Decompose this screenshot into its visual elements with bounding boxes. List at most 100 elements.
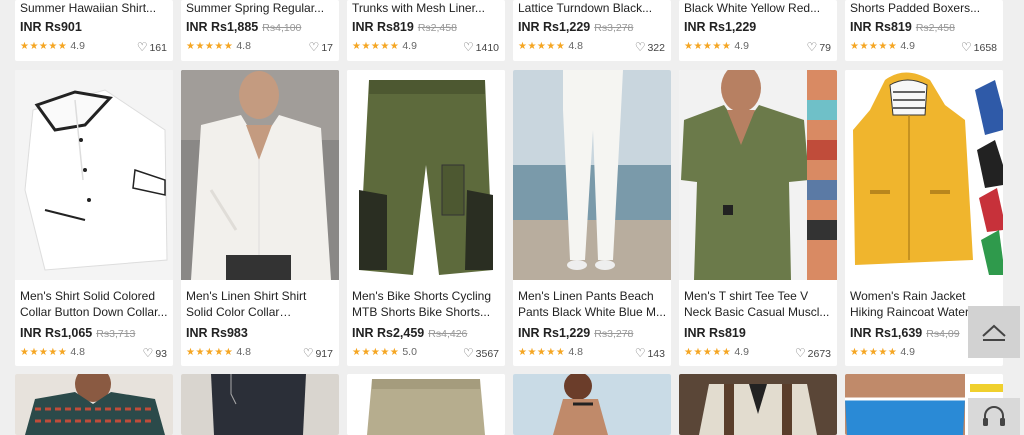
- like-button[interactable]: ♡ 161: [137, 40, 167, 54]
- heart-icon: ♡: [136, 40, 148, 54]
- like-count: 322: [647, 42, 665, 54]
- product-title[interactable]: Trunks with Mesh Liner...: [352, 0, 501, 16]
- rating-value: 4.9: [734, 40, 749, 52]
- product-card[interactable]: [15, 374, 173, 435]
- product-price: INR Rs819: [850, 20, 912, 34]
- pants-image: [181, 374, 339, 435]
- like-button[interactable]: ♡ 2673: [795, 346, 831, 360]
- product-card[interactable]: Summer Spring Regular... INR Rs1,885 Rs4,…: [181, 0, 339, 61]
- product-title[interactable]: Men's Shirt Solid Colored Collar Button …: [20, 288, 169, 320]
- star-rating-icon: ★★★★★: [684, 347, 732, 358]
- product-card[interactable]: Men's Linen Shirt Shirt Solid Color Coll…: [181, 70, 339, 366]
- star-rating-icon: ★★★★★: [186, 41, 234, 52]
- rating-value: 4.9: [900, 346, 915, 358]
- like-count: 3567: [475, 348, 499, 360]
- product-card[interactable]: Men's T shirt Tee Tee V Neck Basic Casua…: [679, 70, 837, 366]
- like-count: 2673: [807, 348, 831, 360]
- like-button[interactable]: ♡ 17: [309, 40, 333, 54]
- product-card[interactable]: Shorts Padded Boxers... INR Rs819 Rs2,458…: [845, 0, 1003, 61]
- like-button[interactable]: ♡ 93: [143, 346, 167, 360]
- like-button[interactable]: ♡ 1658: [961, 40, 997, 54]
- product-image[interactable]: [513, 70, 671, 280]
- like-button[interactable]: ♡ 322: [635, 40, 665, 54]
- product-image[interactable]: [15, 374, 173, 435]
- product-title[interactable]: Summer Spring Regular...: [186, 0, 335, 16]
- product-card[interactable]: Men's Bike Shorts Cycling MTB Shorts Bik…: [347, 70, 505, 366]
- like-button[interactable]: ♡ 79: [807, 40, 831, 54]
- rating-value: 4.8: [236, 346, 251, 358]
- product-image[interactable]: [347, 374, 505, 435]
- product-price: INR Rs901: [20, 20, 82, 34]
- product-card[interactable]: Lattice Turndown Black... INR Rs1,229 Rs3…: [513, 0, 671, 61]
- like-button[interactable]: ♡ 1410: [463, 40, 499, 54]
- swimwear-image: [513, 374, 671, 435]
- product-card[interactable]: [513, 374, 671, 435]
- product-title[interactable]: Men's T shirt Tee Tee V Neck Basic Casua…: [684, 288, 833, 320]
- star-rating-icon: ★★★★★: [352, 41, 400, 52]
- original-price: Rs3,278: [594, 328, 634, 340]
- product-title[interactable]: Men's Bike Shorts Cycling MTB Shorts Bik…: [352, 288, 501, 320]
- star-rating-icon: ★★★★★: [20, 41, 68, 52]
- rating-value: 5.0: [402, 346, 417, 358]
- scroll-to-top-button[interactable]: [968, 306, 1020, 358]
- star-rating-icon: ★★★★★: [352, 347, 400, 358]
- like-button[interactable]: ♡ 143: [635, 346, 665, 360]
- product-card[interactable]: [181, 374, 339, 435]
- product-title[interactable]: Summer Hawaiian Shirt...: [20, 0, 169, 16]
- rating-value: 4.9: [900, 40, 915, 52]
- chevron-up-icon: [982, 324, 1006, 341]
- polo-shirt-image: [679, 374, 837, 435]
- star-rating-icon: ★★★★★: [20, 347, 68, 358]
- patterned-shirt-image: [15, 374, 173, 435]
- product-title[interactable]: Black White Yellow Red...: [684, 0, 833, 16]
- product-price: INR Rs1,229: [518, 20, 591, 34]
- product-price: INR Rs1,639: [850, 326, 923, 340]
- original-price: Rs3,278: [594, 22, 634, 34]
- product-image[interactable]: [15, 70, 173, 280]
- product-title[interactable]: Shorts Padded Boxers...: [850, 0, 999, 16]
- like-count: 161: [149, 42, 167, 54]
- white-shirt-image: [15, 70, 173, 280]
- linen-shirt-image: [181, 70, 339, 280]
- rating-value: 4.8: [236, 40, 251, 52]
- like-count: 93: [155, 348, 167, 360]
- customer-support-button[interactable]: [968, 398, 1020, 435]
- star-rating-icon: ★★★★★: [186, 347, 234, 358]
- heart-icon: ♡: [794, 346, 806, 360]
- original-price: Rs3,713: [96, 328, 136, 340]
- product-image[interactable]: [679, 70, 837, 280]
- product-card[interactable]: Trunks with Mesh Liner... INR Rs819 Rs2,4…: [347, 0, 505, 61]
- star-rating-icon: ★★★★★: [518, 41, 566, 52]
- like-button[interactable]: ♡ 917: [303, 346, 333, 360]
- rating-value: 4.8: [568, 40, 583, 52]
- product-image[interactable]: [181, 70, 339, 280]
- product-title[interactable]: Men's Linen Shirt Shirt Solid Color Coll…: [186, 288, 335, 320]
- like-count: 1658: [973, 42, 997, 54]
- product-card[interactable]: Men's Linen Pants Beach Pants Black Whit…: [513, 70, 671, 366]
- product-card[interactable]: [347, 374, 505, 435]
- product-card[interactable]: Summer Hawaiian Shirt... INR Rs901 ★★★★★…: [15, 0, 173, 61]
- product-price: INR Rs819: [352, 20, 414, 34]
- product-price: INR Rs983: [186, 326, 248, 340]
- product-image[interactable]: [679, 374, 837, 435]
- product-image[interactable]: [513, 374, 671, 435]
- cargo-shorts-image: [347, 374, 505, 435]
- product-title[interactable]: Men's Linen Pants Beach Pants Black Whit…: [518, 288, 667, 320]
- headset-icon: [983, 405, 1005, 426]
- product-image[interactable]: [347, 70, 505, 280]
- rating-value: 4.9: [402, 40, 417, 52]
- product-card[interactable]: Men's Shirt Solid Colored Collar Button …: [15, 70, 173, 366]
- like-button[interactable]: ♡ 3567: [463, 346, 499, 360]
- product-price: INR Rs1,065: [20, 326, 93, 340]
- rating-value: 4.9: [734, 346, 749, 358]
- product-price: INR Rs2,459: [352, 326, 425, 340]
- original-price: Rs4,100: [262, 22, 302, 34]
- product-title[interactable]: Lattice Turndown Black...: [518, 0, 667, 16]
- product-image[interactable]: [181, 374, 339, 435]
- rating-value: 4.9: [70, 40, 85, 52]
- like-count: 79: [819, 42, 831, 54]
- heart-icon: ♡: [634, 40, 646, 54]
- product-card[interactable]: [679, 374, 837, 435]
- product-image[interactable]: [845, 70, 1003, 280]
- product-card[interactable]: Black White Yellow Red... INR Rs1,229 ★★…: [679, 0, 837, 61]
